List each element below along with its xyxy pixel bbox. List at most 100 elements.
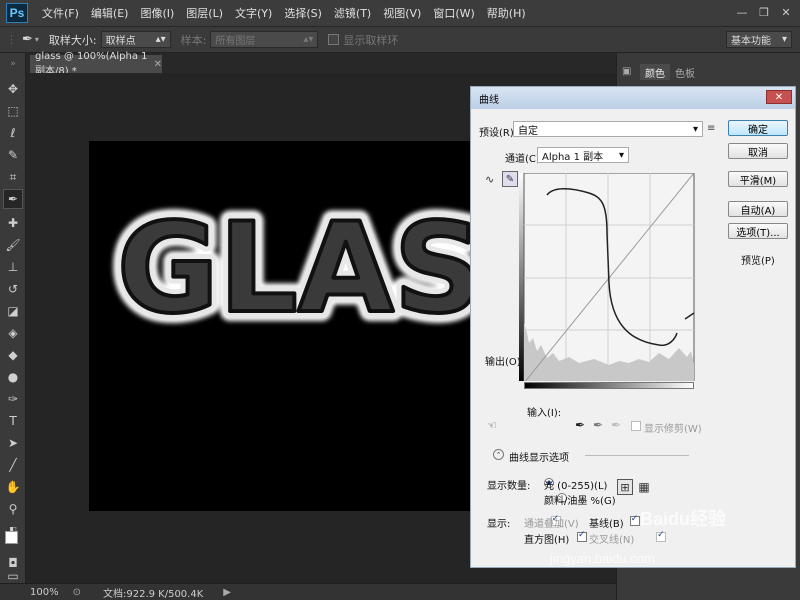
status-menu-icon[interactable]: ▶ [223, 587, 231, 598]
pen-tool-icon[interactable]: ✑ [3, 389, 23, 409]
chevron-down-icon: ▴▾ [303, 34, 314, 45]
sample-select[interactable]: 所有图层 ▴▾ [210, 31, 319, 48]
grip-icon: ⋮ [6, 33, 17, 46]
target-adjust-icon[interactable]: ☜ [487, 419, 497, 432]
white-eyedropper-icon[interactable]: ✒ [611, 418, 621, 432]
tab-color[interactable]: 颜色 [640, 64, 670, 80]
workspace-value: 基本功能 [731, 36, 771, 47]
cancel-button[interactable]: 取消 [728, 143, 788, 159]
hand-tool-icon[interactable]: ✋ [3, 477, 23, 497]
eyedropper-tool-icon[interactable]: ✒ [22, 32, 33, 47]
clone-stamp-tool-icon[interactable]: ⊥ [3, 257, 23, 277]
foreground-color-swatch[interactable] [5, 531, 18, 544]
menu-file[interactable]: 文件(F) [36, 5, 85, 21]
eraser-tool-icon[interactable]: ◪ [3, 301, 23, 321]
show-ring-checkbox[interactable] [328, 34, 340, 45]
preset-label: 预设(R): [479, 128, 518, 139]
menu-filter[interactable]: 滤镜(T) [328, 5, 377, 21]
menu-select[interactable]: 选择(S) [278, 5, 328, 21]
line-tool-icon[interactable]: ╱ [3, 455, 23, 475]
document-tab[interactable]: glass @ 100%(Alpha 1 副本/8) * ✕ [30, 51, 162, 77]
lasso-tool-icon[interactable]: ℓ [3, 123, 23, 143]
restore-icon[interactable]: ❐ [754, 3, 774, 21]
auto-button[interactable]: 自动(A) [728, 201, 788, 217]
channel-select[interactable]: Alpha 1 副本 ▾ [537, 147, 629, 163]
tool-preset-chevron-icon[interactable]: ▾ [35, 35, 39, 44]
menubar: Ps 文件(F) 编辑(E) 图像(I) 图层(L) 文字(Y) 选择(S) 滤… [0, 0, 800, 27]
zoom-tool-icon[interactable]: ⚲ [3, 499, 23, 519]
tab-swatches[interactable]: 色板 [670, 64, 700, 80]
menu-view[interactable]: 视图(V) [377, 5, 427, 21]
eyedropper-tool-icon[interactable]: ✒ [3, 189, 23, 209]
sample-size-label: 取样大小: [48, 33, 97, 47]
history-brush-tool-icon[interactable]: ↺ [3, 279, 23, 299]
quick-select-tool-icon[interactable]: ✎ [3, 145, 23, 165]
close-tab-icon[interactable]: ✕ [154, 59, 162, 70]
preset-select[interactable]: 自定 ▾ [513, 121, 703, 137]
menu-help[interactable]: 帮助(H) [481, 5, 532, 21]
smooth-button[interactable]: 平滑(M) [728, 171, 788, 187]
black-eyedropper-icon[interactable]: ✒ [575, 418, 585, 432]
baseline-checkbox[interactable] [629, 514, 640, 526]
light-option-label: 光 (0-255)(L) [544, 481, 608, 492]
sample-size-select[interactable]: 取样点 ▴▾ [100, 31, 171, 48]
pencil-draw-mode-icon[interactable]: ✎ [502, 171, 518, 187]
pigment-option-label: 颜料/油墨 %(G) [544, 496, 616, 507]
dialog-titlebar[interactable]: 曲线 [471, 87, 795, 109]
menu-window[interactable]: 窗口(W) [427, 5, 480, 21]
document-info: 文档:922.9 K/500.4K [102, 588, 204, 600]
preset-options-icon[interactable]: ≡ [707, 123, 715, 134]
ok-button[interactable]: 确定 [728, 120, 788, 136]
path-selection-tool-icon[interactable]: ➤ [3, 433, 23, 453]
input-label: 输入(I): [527, 408, 562, 419]
panel-options-icon[interactable]: ▣ [622, 66, 631, 77]
blur-tool-icon[interactable]: ◆ [3, 345, 23, 365]
dodge-tool-icon[interactable]: ● [3, 367, 23, 387]
dialog-close-button[interactable]: ✕ [766, 90, 792, 104]
glass-text-artwork: GLASS GLASS GLASS [107, 187, 477, 351]
gray-eyedropper-icon[interactable]: ✒ [593, 418, 603, 432]
document-canvas[interactable]: GLASS GLASS GLASS [89, 141, 477, 511]
tools-panel: » ✥ ⬚ ℓ ✎ ⌗ ✒ ✚ 🖌 ⊥ ↺ ◪ ◈ ◆ ● ✑ T ➤ ╱ ✋ … [0, 53, 26, 583]
window-controls: — ❐ ✕ [732, 3, 796, 21]
output-label: 输出(O): [485, 357, 525, 368]
histogram-label: 直方图(H) [524, 535, 570, 546]
options-bar: ⋮ ✒ ▾ 取样大小: 取样点 ▴▾ 样本: 所有图层 ▴▾ 显示取样环 基本功… [0, 27, 800, 53]
show-label: 显示: [487, 519, 511, 530]
baidu-watermark: Baidu经验 jingyan.baidu.com [550, 505, 726, 566]
detailed-grid-icon[interactable]: ▦ [637, 479, 651, 495]
watermark-url: jingyan.baidu.com [550, 551, 655, 566]
curve-point-mode-icon[interactable]: ∿ [485, 173, 499, 187]
simple-grid-icon[interactable]: ⊞ [617, 479, 633, 495]
menu-image[interactable]: 图像(I) [134, 5, 180, 21]
expand-collapse-icon[interactable]: ⌃ [493, 449, 504, 460]
sample-size-value: 取样点 [105, 36, 136, 47]
workspace-select[interactable]: 基本功能 ▾ [726, 31, 792, 48]
collapse-icon[interactable]: » [3, 59, 23, 69]
menu-type[interactable]: 文字(Y) [229, 5, 278, 21]
menu-edit[interactable]: 编辑(E) [85, 5, 135, 21]
show-ring-label: 显示取样环 [343, 33, 399, 47]
healing-brush-tool-icon[interactable]: ✚ [3, 213, 23, 233]
share-icon[interactable]: ⊙ [73, 587, 81, 598]
show-clipping-label: 显示修剪(W) [644, 424, 702, 435]
input-gradient-bar [524, 382, 694, 389]
crop-tool-icon[interactable]: ⌗ [3, 167, 23, 187]
screen-mode-icon[interactable]: ▭ [3, 569, 23, 583]
paint-bucket-tool-icon[interactable]: ◈ [3, 323, 23, 343]
curve-graph [519, 172, 695, 384]
curve-graph-area[interactable] [519, 172, 695, 384]
type-tool-icon[interactable]: T [3, 411, 23, 431]
show-clipping-checkbox[interactable] [631, 421, 641, 431]
move-tool-icon[interactable]: ✥ [3, 79, 23, 99]
minimize-icon[interactable]: — [732, 3, 752, 21]
brush-tool-icon[interactable]: 🖌 [3, 235, 23, 255]
options-button[interactable]: 选项(T)... [728, 223, 788, 239]
close-icon[interactable]: ✕ [776, 3, 796, 21]
histogram-checkbox[interactable] [576, 530, 587, 542]
marquee-tool-icon[interactable]: ⬚ [3, 101, 23, 121]
menu-layer[interactable]: 图层(L) [180, 5, 229, 21]
sample-label: 样本: [180, 33, 207, 47]
chevron-down-icon: ▾ [692, 123, 698, 135]
zoom-level[interactable]: 100% [30, 587, 59, 598]
